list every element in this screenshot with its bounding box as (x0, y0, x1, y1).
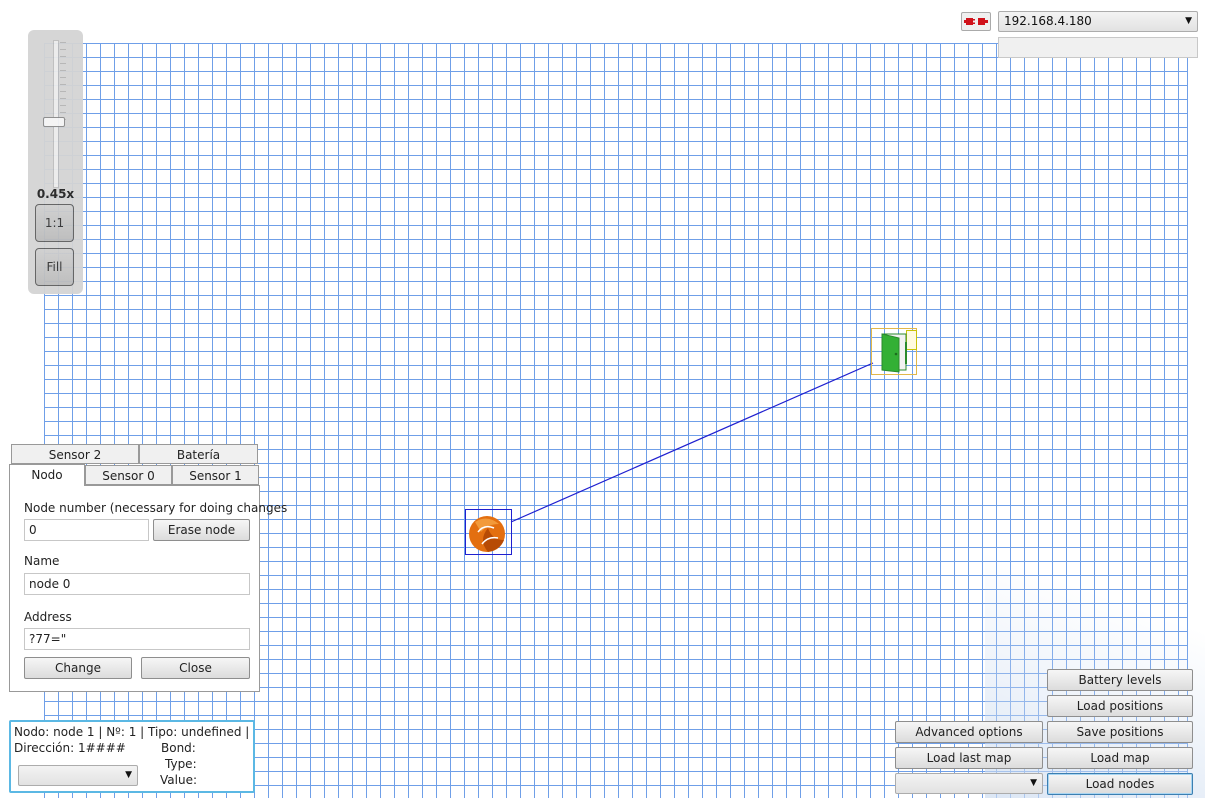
load-last-map-button[interactable]: Load last map (895, 747, 1043, 769)
erase-node-button[interactable]: Erase node (153, 519, 250, 541)
ip-address-value: 192.168.4.180 (1004, 14, 1092, 28)
zoom-slider-ticks (60, 42, 66, 122)
node-status-panel: Nodo: node 1 | Nº: 1 | Tipo: undefined |… (9, 720, 255, 793)
zoom-level-label: 0.45x (36, 187, 75, 201)
load-positions-button[interactable]: Load positions (1047, 695, 1193, 717)
zoom-slider[interactable] (53, 40, 59, 188)
tab-sensor-0[interactable]: Sensor 0 (85, 465, 172, 485)
save-positions-button[interactable]: Save positions (1047, 721, 1193, 743)
tab-bateria[interactable]: Batería (139, 444, 258, 464)
zoom-panel: 0.45x 1:1 Fill (28, 30, 83, 294)
bond-label: Bond: (161, 741, 196, 755)
battery-levels-button[interactable]: Battery levels (1047, 669, 1193, 691)
name-label: Name (24, 554, 60, 568)
ip-address-select[interactable]: 192.168.4.180 ▼ (998, 11, 1198, 32)
change-button[interactable]: Change (24, 657, 132, 679)
node-summary-text: Nodo: node 1 | Nº: 1 | Tipo: undefined | (14, 725, 250, 739)
node-address-text: Dirección: 1#### (14, 741, 126, 755)
advanced-options-button[interactable]: Advanced options (895, 721, 1043, 743)
status-select[interactable]: ▼ (18, 765, 138, 786)
chevron-down-icon: ▼ (1030, 778, 1037, 788)
name-input[interactable]: node 0 (24, 573, 250, 595)
load-nodes-button[interactable]: Load nodes (1047, 773, 1193, 795)
map-select[interactable]: ▼ (895, 773, 1043, 794)
zoom-slider-thumb[interactable] (43, 117, 65, 127)
close-button[interactable]: Close (141, 657, 250, 679)
node-editor-panel: Node number (necessary for doing changes… (9, 485, 287, 692)
zoom-fill-button[interactable]: Fill (35, 248, 74, 286)
chevron-down-icon: ▼ (1185, 16, 1192, 26)
connection-status-field (998, 37, 1198, 58)
sensor-node-icon (469, 516, 505, 552)
chevron-down-icon: ▼ (125, 770, 132, 780)
disconnect-plug-icon (964, 18, 988, 25)
address-input[interactable]: ?77=" (24, 628, 250, 650)
zoom-one-to-one-button[interactable]: 1:1 (35, 204, 74, 242)
node-number-input[interactable]: 0 (24, 519, 149, 541)
door-node[interactable] (871, 328, 918, 376)
door-node-icon (881, 333, 907, 373)
address-label: Address (24, 610, 72, 624)
type-label: Type: (165, 757, 197, 771)
load-map-button[interactable]: Load map (1047, 747, 1193, 769)
sensor-node[interactable] (465, 509, 512, 555)
value-label: Value: (160, 773, 197, 787)
tab-nodo[interactable]: Nodo (9, 464, 85, 486)
node-number-label: Node number (necessary for doing changes (24, 501, 288, 515)
tab-sensor-1[interactable]: Sensor 1 (172, 465, 259, 485)
tab-sensor-2[interactable]: Sensor 2 (11, 444, 139, 464)
connection-button[interactable] (961, 12, 991, 31)
